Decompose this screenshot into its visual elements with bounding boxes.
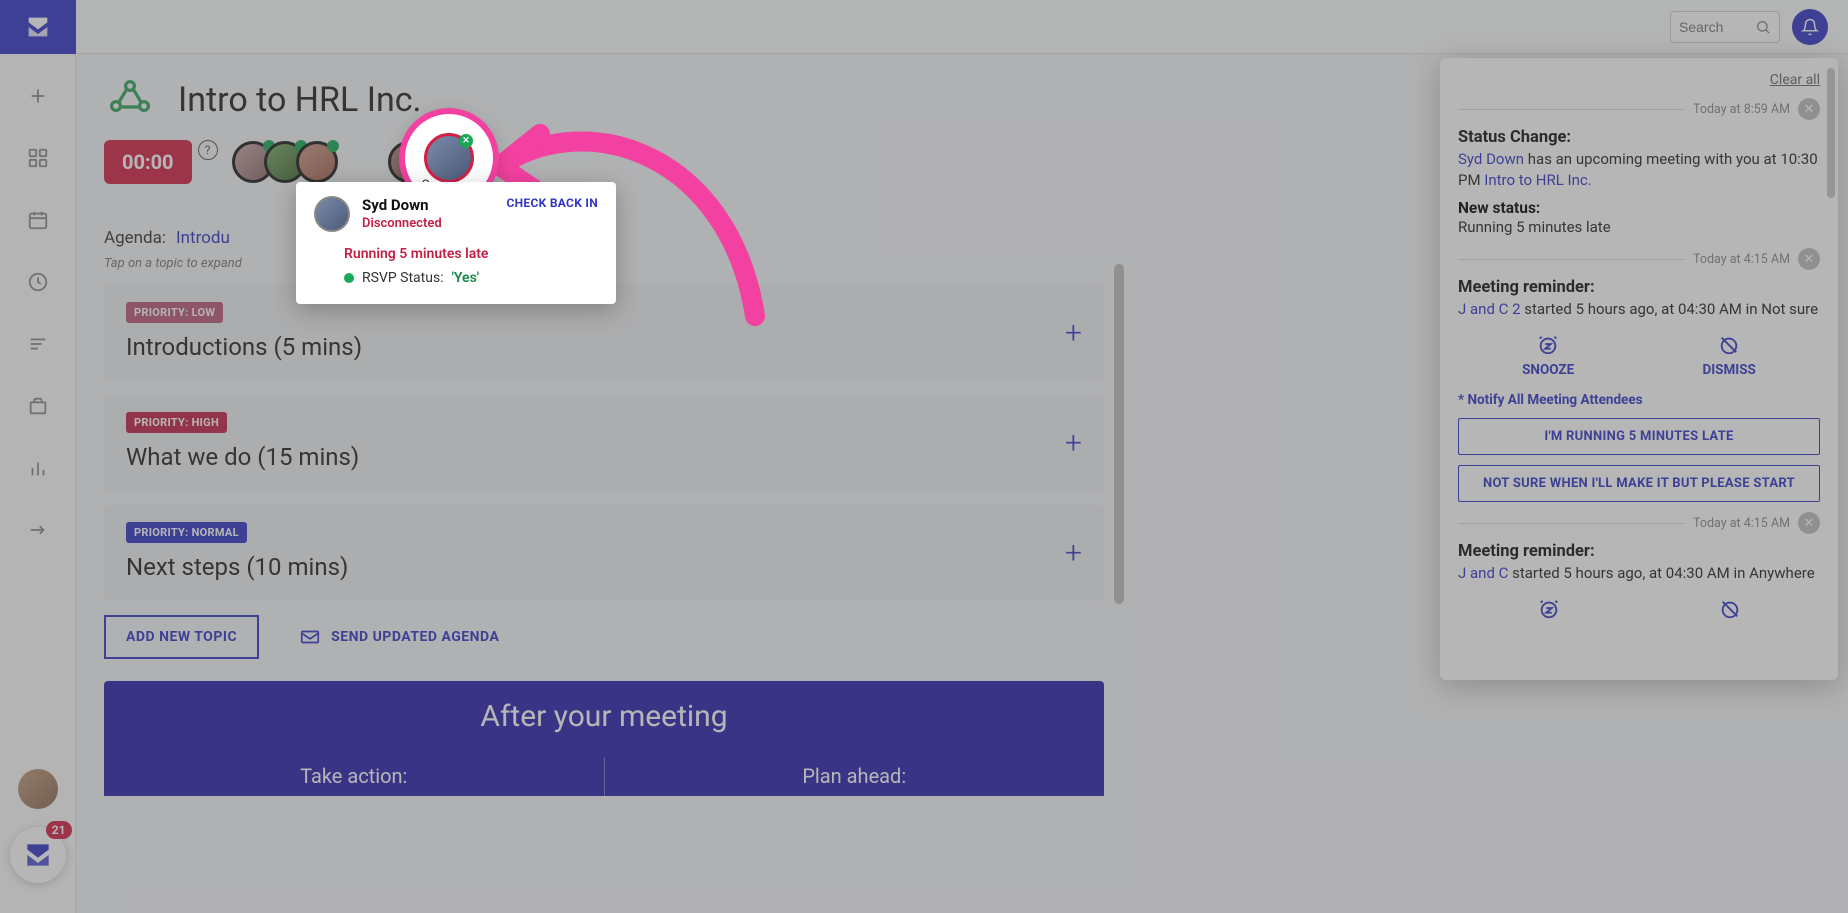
after-col-action: Take action:	[104, 758, 605, 796]
scroll-thumb[interactable]	[1114, 264, 1124, 604]
notif-title: Meeting reminder:	[1458, 542, 1820, 561]
timer-button[interactable]: 00:00	[104, 140, 192, 184]
dismiss-notif-button[interactable]: ✕	[1798, 512, 1820, 534]
nav-archive[interactable]	[18, 386, 58, 426]
notifications-button[interactable]	[1792, 9, 1828, 45]
topic-title: Next steps (10 mins)	[126, 553, 1082, 581]
page-title: Intro to HRL Inc.	[178, 80, 422, 120]
rsvp-value: 'Yes'	[452, 270, 480, 286]
rsvp-label: RSVP Status:	[362, 270, 444, 286]
notif-person-link[interactable]: Syd Down	[1458, 150, 1524, 168]
mail-icon	[299, 626, 321, 648]
notif-timestamp: Today at 4:15 AM	[1693, 252, 1790, 267]
bell-icon	[1801, 18, 1819, 36]
snooze-icon	[1537, 334, 1559, 356]
logo-icon	[22, 839, 54, 871]
priority-tag: PRIORITY: LOW	[126, 302, 223, 323]
priority-tag: PRIORITY: NORMAL	[126, 522, 247, 543]
popover-avatar	[314, 196, 350, 232]
dismiss-notif-button[interactable]: ✕	[1798, 98, 1820, 120]
search-icon	[1755, 19, 1771, 35]
topic-card[interactable]: PRIORITY: NORMAL Next steps (10 mins) +	[104, 505, 1104, 601]
running-late-button[interactable]: I'M RUNNING 5 MINUTES LATE	[1458, 418, 1820, 455]
dismiss-button[interactable]: DISMISS	[1702, 334, 1755, 378]
attendee-avatar: ✕	[424, 133, 474, 183]
topic-title: Introductions (5 mins)	[126, 333, 1082, 361]
send-agenda-label: SEND UPDATED AGENDA	[331, 629, 499, 645]
user-avatar[interactable]	[18, 769, 58, 809]
agenda-link[interactable]: Introdu	[176, 228, 230, 248]
nav-history[interactable]	[18, 262, 58, 302]
attendee-popover: Syd Down Disconnected CHECK BACK IN Runn…	[296, 182, 616, 304]
notif-timestamp: Today at 4:15 AM	[1693, 516, 1790, 531]
clear-all-link[interactable]: Clear all	[1458, 72, 1820, 88]
snooze-icon	[1538, 598, 1560, 620]
dismiss-icon	[1719, 598, 1741, 620]
expand-button[interactable]: +	[1065, 536, 1082, 571]
popover-name: Syd Down	[362, 196, 442, 214]
help-icon[interactable]: ?	[198, 140, 218, 160]
search-box[interactable]	[1670, 11, 1780, 43]
expand-button[interactable]: +	[1065, 316, 1082, 351]
app-badge[interactable]: 21	[10, 827, 66, 883]
popover-late-status: Running 5 minutes late	[344, 246, 598, 262]
notif-scroll-thumb[interactable]	[1827, 68, 1835, 198]
after-title: After your meeting	[104, 699, 1104, 734]
notif-timestamp: Today at 8:59 AM	[1693, 102, 1790, 117]
notif-body: Syd Down has an upcoming meeting with yo…	[1458, 149, 1820, 191]
notifications-panel: Clear all Today at 8:59 AM ✕ Status Chang…	[1440, 58, 1838, 680]
popover-status: Disconnected	[362, 216, 442, 231]
nav-reports[interactable]	[18, 448, 58, 488]
notif-meeting-link[interactable]: Intro to HRL Inc.	[1484, 171, 1591, 189]
nav-notes[interactable]	[18, 324, 58, 364]
notif-title: Meeting reminder:	[1458, 278, 1820, 297]
nav-forward[interactable]	[18, 510, 58, 550]
dismiss-notif-button[interactable]: ✕	[1798, 248, 1820, 270]
snooze-button[interactable]	[1538, 598, 1560, 620]
after-col-plan: Plan ahead:	[605, 758, 1105, 796]
dismiss-icon	[1718, 334, 1740, 356]
attendee-avatar[interactable]	[296, 141, 338, 183]
notif-body: J and C 2 started 5 hours ago, at 04:30 …	[1458, 299, 1820, 320]
scrollbar[interactable]	[1114, 54, 1124, 913]
nav-add[interactable]	[18, 76, 58, 116]
add-topic-button[interactable]: ADD NEW TOPIC	[104, 615, 259, 659]
snooze-button[interactable]: SNOOZE	[1522, 334, 1574, 378]
status-dot-icon: ✕	[459, 134, 473, 148]
nav-calendar[interactable]	[18, 200, 58, 240]
agenda-label: Agenda:	[104, 228, 166, 248]
topic-card[interactable]: PRIORITY: HIGH What we do (15 mins) +	[104, 395, 1104, 491]
nav-dashboard[interactable]	[18, 138, 58, 178]
notif-person-link[interactable]: J and C 2	[1458, 300, 1521, 318]
badge-count: 21	[46, 821, 72, 839]
after-meeting-banner: After your meeting Take action: Plan ahe…	[104, 681, 1104, 796]
notif-subhead: New status:	[1458, 199, 1820, 217]
attendee-strip: ✕	[232, 141, 430, 183]
rsvp-dot-icon	[344, 273, 354, 283]
priority-tag: PRIORITY: HIGH	[126, 412, 227, 433]
sidebar: 21	[0, 0, 76, 913]
send-agenda-button[interactable]: SEND UPDATED AGENDA	[299, 626, 499, 648]
search-input[interactable]	[1679, 19, 1749, 35]
notif-person-link[interactable]: J and C	[1458, 564, 1508, 582]
notif-subbody: Running 5 minutes late	[1458, 217, 1820, 238]
app-logo[interactable]	[0, 0, 76, 54]
topic-title: What we do (15 mins)	[126, 443, 1082, 471]
expand-button[interactable]: +	[1065, 426, 1082, 461]
check-back-in-button[interactable]: CHECK BACK IN	[507, 196, 599, 210]
notify-all-label: * Notify All Meeting Attendees	[1458, 392, 1820, 408]
dismiss-button[interactable]	[1719, 598, 1741, 620]
share-icon	[104, 74, 156, 126]
not-sure-button[interactable]: NOT SURE WHEN I'LL MAKE IT BUT PLEASE ST…	[1458, 465, 1820, 502]
notif-title: Status Change:	[1458, 128, 1820, 147]
notif-body: J and C started 5 hours ago, at 04:30 AM…	[1458, 563, 1820, 584]
logo-icon	[24, 13, 52, 41]
